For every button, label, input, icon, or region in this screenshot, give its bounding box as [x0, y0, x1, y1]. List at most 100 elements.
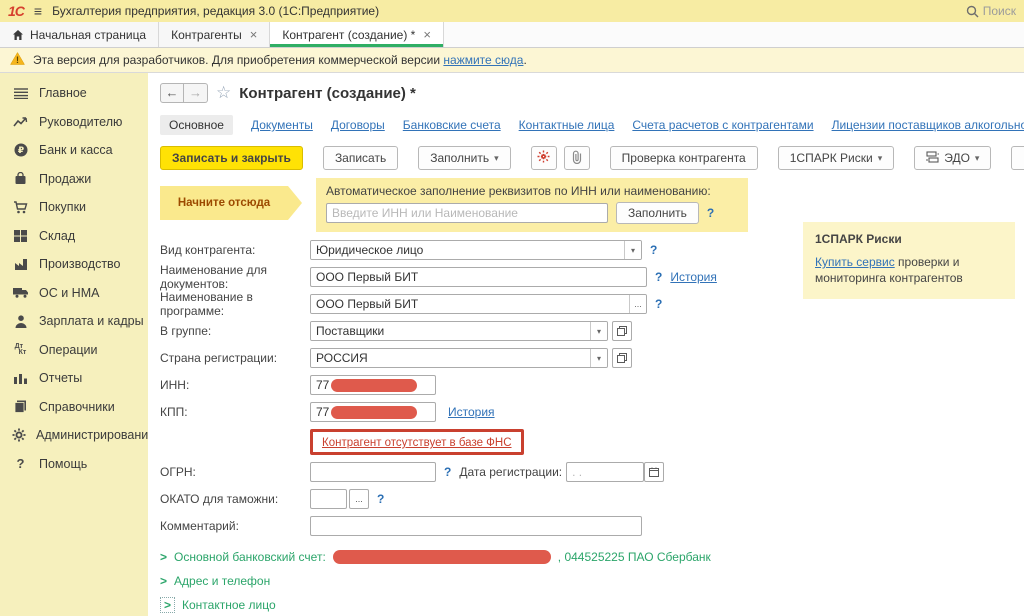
- sidebar-item-operacii[interactable]: ДтКт Операции: [0, 336, 148, 365]
- autofill-fill-button[interactable]: Заполнить: [616, 202, 699, 224]
- collapsible-sections: > Основной банковский счет: , 044525225 …: [160, 546, 1024, 616]
- main-content: ← → ☆ Контрагент (создание) * Основное Д…: [148, 73, 1024, 616]
- help-icon[interactable]: ?: [707, 206, 714, 220]
- inn-or-name-input[interactable]: [326, 203, 608, 223]
- edo-docs-icon: [926, 151, 939, 166]
- field-inn-row: ИНН: 77: [160, 375, 1024, 395]
- name-in-program-input[interactable]: ...: [310, 294, 647, 314]
- section-bank-account[interactable]: > Основной банковский счет: , 044525225 …: [160, 546, 1024, 567]
- sidebar-item-prodazhi[interactable]: Продажи: [0, 165, 148, 194]
- country-value[interactable]: [311, 349, 590, 367]
- help-icon[interactable]: ?: [377, 492, 384, 506]
- sidebar-item-otchety[interactable]: Отчеты: [0, 364, 148, 393]
- save-and-close-button[interactable]: Записать и закрыть: [160, 146, 303, 170]
- forward-button[interactable]: →: [184, 83, 208, 103]
- section-contact-person[interactable]: > Контактное лицо: [160, 594, 1024, 615]
- field-country-row: Страна регистрации: ▾: [160, 348, 1024, 368]
- sidebar-item-pokupki[interactable]: Покупки: [0, 193, 148, 222]
- ellipsis-button[interactable]: ...: [349, 489, 369, 509]
- sidebar-item-bank-i-kassa[interactable]: ₽ Банк и касса: [0, 136, 148, 165]
- sidebar-label: Администрирование: [36, 428, 155, 442]
- ellipsis-button[interactable]: ...: [629, 295, 646, 313]
- chevron-right-icon: >: [160, 597, 175, 613]
- check-counterparty-button[interactable]: Проверка контрагента: [610, 146, 758, 170]
- chevron-down-icon[interactable]: ▾: [624, 241, 641, 259]
- tab-home[interactable]: Начальная страница: [0, 22, 159, 47]
- section-address-phone[interactable]: > Адрес и телефон: [160, 570, 1024, 591]
- sidebar-label: Продажи: [39, 172, 91, 186]
- name-docs-history-link[interactable]: История: [670, 270, 717, 284]
- okato-input[interactable]: [310, 489, 347, 509]
- nav-bankovskie-scheta[interactable]: Банковские счета: [403, 118, 501, 132]
- kind-select[interactable]: ▾: [310, 240, 642, 260]
- fns-missing-link[interactable]: Контрагент отсутствует в базе ФНС: [322, 437, 512, 449]
- sidebar-item-spravochniki[interactable]: Справочники: [0, 393, 148, 422]
- save-button[interactable]: Записать: [323, 146, 398, 170]
- warning-suffix: .: [523, 53, 526, 67]
- sidebar-label: Зарплата и кадры: [39, 314, 144, 328]
- warehouse-grid-icon: [12, 230, 29, 242]
- edo-dropdown-button[interactable]: ЭДО▾: [914, 146, 991, 170]
- name-for-documents-input[interactable]: [310, 267, 647, 287]
- close-icon[interactable]: ×: [423, 27, 431, 42]
- buy-commercial-link[interactable]: нажмите сюда: [443, 53, 523, 67]
- main-menu-icon[interactable]: ≡: [34, 3, 42, 19]
- help-icon[interactable]: ?: [650, 243, 657, 257]
- comment-input[interactable]: [310, 516, 642, 536]
- kpp-history-link[interactable]: История: [448, 405, 495, 419]
- nav-kontaktnye-lica[interactable]: Контактные лица: [519, 118, 615, 132]
- sidebar-item-glavnoe[interactable]: Главное: [0, 79, 148, 108]
- sidebar-label: Производство: [39, 257, 121, 271]
- attachments-button[interactable]: [564, 146, 590, 170]
- envelope-print-button[interactable]: Конверт: [1011, 146, 1024, 170]
- tab-kontragent-create[interactable]: Контрагент (создание) * ×: [270, 22, 444, 47]
- nav-licenzii[interactable]: Лицензии поставщиков алкогольной продукц…: [832, 118, 1024, 132]
- kind-value[interactable]: [311, 241, 624, 259]
- name-prog-value[interactable]: [311, 295, 629, 313]
- help-icon[interactable]: ?: [655, 297, 662, 311]
- favorite-star-icon[interactable]: ☆: [216, 83, 231, 103]
- field-label: ОГРН:: [160, 465, 310, 479]
- help-icon[interactable]: ?: [444, 465, 451, 479]
- inn-input[interactable]: 77: [310, 375, 436, 395]
- autofill-panel: Автоматическое заполнение реквизитов по …: [316, 178, 748, 232]
- calendar-icon[interactable]: [644, 462, 664, 482]
- reg-date-input[interactable]: . .: [566, 462, 644, 482]
- group-select[interactable]: ▾: [310, 321, 608, 341]
- country-select[interactable]: ▾: [310, 348, 608, 368]
- spark-asterisk-button[interactable]: [531, 146, 557, 170]
- open-in-window-icon[interactable]: [612, 348, 632, 368]
- back-button[interactable]: ←: [160, 83, 184, 103]
- help-icon[interactable]: ?: [655, 270, 662, 284]
- open-in-window-icon[interactable]: [612, 321, 632, 341]
- spark-risks-dropdown-button[interactable]: 1СПАРК Риски▾: [778, 146, 895, 170]
- page-title: Контрагент (создание) *: [239, 85, 416, 102]
- sidebar-item-pomosch[interactable]: ? Помощь: [0, 450, 148, 479]
- group-value[interactable]: [311, 322, 590, 340]
- sidebar-item-rukovoditelyu[interactable]: Руководителю: [0, 108, 148, 137]
- nav-scheta-raschetov[interactable]: Счета расчетов с контрагентами: [632, 118, 813, 132]
- sidebar-item-proizvodstvo[interactable]: Производство: [0, 250, 148, 279]
- nav-dogovory[interactable]: Договоры: [331, 118, 385, 132]
- sidebar: Главное Руководителю ₽ Банк и касса Прод…: [0, 73, 148, 616]
- chevron-down-icon[interactable]: ▾: [590, 322, 607, 340]
- ogrn-input[interactable]: [310, 462, 436, 482]
- close-icon[interactable]: ×: [250, 27, 258, 42]
- chevron-down-icon[interactable]: ▾: [590, 349, 607, 367]
- global-search[interactable]: Поиск: [966, 4, 1016, 18]
- kpp-input[interactable]: 77: [310, 402, 436, 422]
- buy-service-link[interactable]: Купить сервис: [815, 255, 895, 269]
- app-window: 1С ≡ Бухгалтерия предприятия, редакция 3…: [0, 0, 1024, 616]
- sidebar-item-sklad[interactable]: Склад: [0, 222, 148, 251]
- nav-osnovnoe[interactable]: Основное: [160, 115, 233, 135]
- nav-dokumenty[interactable]: Документы: [251, 118, 313, 132]
- fill-dropdown-button[interactable]: Заполнить▾: [418, 146, 510, 170]
- home-icon: [12, 29, 24, 41]
- inn-redaction: [331, 379, 417, 392]
- dev-version-warning: ! Эта версия для разработчиков. Для прио…: [0, 48, 1024, 73]
- field-okato-row: ОКАТО для таможни: ... ?: [160, 489, 1024, 509]
- sidebar-item-administrirovanie[interactable]: Администрирование: [0, 421, 148, 450]
- tab-kontragenty[interactable]: Контрагенты ×: [159, 22, 270, 47]
- sidebar-item-zarplata-i-kadry[interactable]: Зарплата и кадры: [0, 307, 148, 336]
- sidebar-item-os-i-nma[interactable]: ОС и НМА: [0, 279, 148, 308]
